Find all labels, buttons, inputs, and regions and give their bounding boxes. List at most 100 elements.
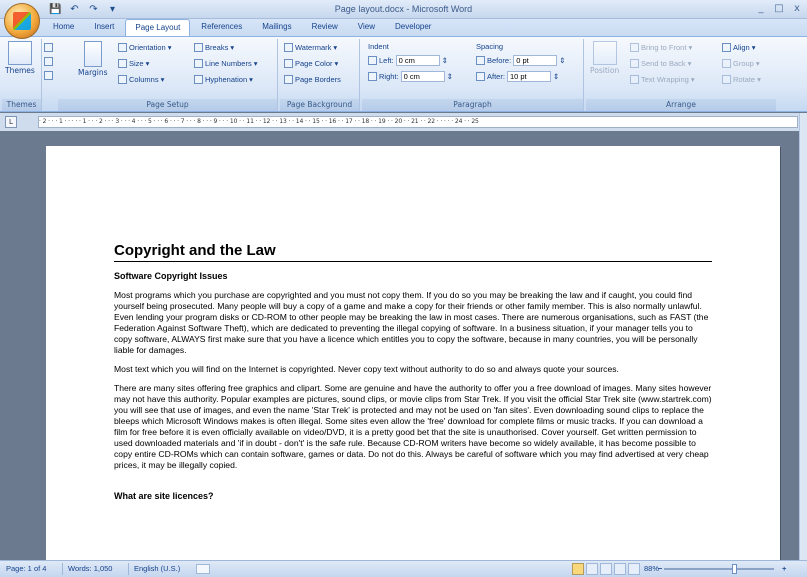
page-count[interactable]: Page: 1 of 4 [6,564,46,573]
zoom-level[interactable]: 88% [644,564,659,573]
themes-group-label: Themes [2,99,41,111]
orientation-icon [118,43,127,52]
office-button[interactable] [4,3,40,39]
watermark-label: Watermark [295,43,332,52]
page-setup-group-label: Page Setup [58,99,277,111]
page-color-icon [284,59,293,68]
tab-view[interactable]: View [349,19,384,36]
document-page[interactable]: Copyright and the Law Software Copyright… [46,146,780,560]
hyphenation-button[interactable]: Hyphenation ▾ [194,75,253,84]
rotate-label: Rotate [733,75,756,84]
macro-record-icon[interactable] [196,564,210,574]
indent-left-input[interactable]: 0 cm [395,55,440,66]
rotate-button[interactable]: Rotate ▾ [722,75,761,84]
tab-page-layout[interactable]: Page Layout [125,19,191,36]
align-label: Align [733,43,750,52]
window-title: Page layout.docx - Microsoft Word [334,4,473,14]
breaks-button[interactable]: Breaks ▾ [194,43,234,52]
indent-right-label: Right: [379,72,399,81]
section-heading: Software Copyright Issues [114,271,228,281]
text-wrapping-label: Text Wrapping [641,75,689,84]
zoom-in-button[interactable]: + [782,564,786,573]
hyphenation-label: Hyphenation [205,75,248,84]
page-setup-group: Margins Orientation ▾ Size ▾ Columns ▾ B… [58,39,278,111]
page-color-button[interactable]: Page Color ▾ [284,59,338,68]
horizontal-ruler[interactable]: · 2 · · · 1 · · · · · 1 · · · 2 · · · 3 … [38,116,798,128]
watermark-icon [284,43,293,52]
theme-fonts-button[interactable] [44,57,53,66]
page-borders-icon [284,75,293,84]
ribbon-tabs: Home Insert Page Layout References Maili… [44,19,440,36]
page-content: Copyright and the Law Software Copyright… [114,242,712,510]
document-area[interactable]: Copyright and the Law Software Copyright… [30,131,800,560]
spacing-after-control: After: 10 pt ⇕ [476,71,559,82]
indent-left-icon [368,56,377,65]
text-wrapping-button[interactable]: Text Wrapping ▾ [630,75,695,84]
indent-left-control: Left: 0 cm ⇕ [368,55,448,66]
themes-button[interactable]: Themes [5,41,35,75]
margins-label: Margins [78,68,108,77]
columns-button[interactable]: Columns ▾ [118,75,164,84]
indent-right-icon [368,72,377,81]
word-count[interactable]: Words: 1,050 [68,564,112,573]
theme-effects-icon [44,71,53,80]
size-button[interactable]: Size ▾ [118,59,149,68]
tab-developer[interactable]: Developer [386,19,440,36]
spacing-before-control: Before: 0 pt ⇕ [476,55,565,66]
size-icon [118,59,127,68]
tab-references[interactable]: References [192,19,251,36]
full-screen-reading-view-button[interactable] [586,563,598,575]
arrange-group-label: Arrange [586,99,776,111]
maximize-button[interactable]: □ [773,2,785,15]
indent-title: Indent [368,42,389,51]
draft-view-button[interactable] [628,563,640,575]
send-to-back-button[interactable]: Send to Back ▾ [630,59,691,68]
line-numbers-button[interactable]: Line Numbers ▾ [194,59,257,68]
group-button[interactable]: Group ▾ [722,59,760,68]
tab-selector-button[interactable]: L [5,116,17,128]
position-button[interactable]: Position [590,41,619,75]
tab-insert[interactable]: Insert [85,19,123,36]
bring-to-front-button[interactable]: Bring to Front ▾ [630,43,692,52]
spacing-before-label: Before: [487,56,512,65]
spacing-before-input[interactable]: 0 pt [513,55,558,66]
paragraph-group-label: Paragraph [362,99,583,111]
page-background-group: Watermark ▾ Page Color ▾ Page Borders Pa… [280,39,360,111]
columns-label: Columns [129,75,159,84]
language-indicator[interactable]: English (U.S.) [134,564,180,573]
office-logo-icon [13,12,31,30]
theme-colors-button[interactable] [44,43,53,52]
indent-right-control: Right: 0 cm ⇕ [368,71,453,82]
spacing-after-input[interactable]: 10 pt [506,71,551,82]
margins-button[interactable]: Margins [78,41,108,77]
zoom-slider-thumb[interactable] [732,564,737,574]
align-button[interactable]: Align ▾ [722,43,755,52]
web-layout-view-button[interactable] [600,563,612,575]
indent-left-label: Left: [379,56,394,65]
print-layout-view-button[interactable] [572,563,584,575]
tab-review[interactable]: Review [303,19,347,36]
title-bar: 💾 ↶ ↷ ▾ Page layout.docx - Microsoft Wor… [0,0,807,19]
page-color-label: Page Color [295,59,333,68]
watermark-button[interactable]: Watermark ▾ [284,43,337,52]
theme-effects-button[interactable] [44,71,53,80]
tab-mailings[interactable]: Mailings [253,19,300,36]
close-button[interactable]: x [791,2,803,15]
minimize-button[interactable]: _ [755,2,767,15]
outline-view-button[interactable] [614,563,626,575]
indent-right-input[interactable]: 0 cm [400,71,445,82]
paragraph-group: Indent Left: 0 cm ⇕ Right: 0 cm ⇕ Spacin… [362,39,584,111]
hyphenation-icon [194,75,203,84]
page-borders-button[interactable]: Page Borders [284,75,341,84]
document-title: Copyright and the Law [114,242,712,262]
page-borders-label: Page Borders [295,75,341,84]
text-wrapping-icon [630,75,639,84]
position-label: Position [590,66,620,75]
orientation-button[interactable]: Orientation ▾ [118,43,171,52]
zoom-slider[interactable] [664,568,774,570]
status-bar: Page: 1 of 4 Words: 1,050 English (U.S.)… [0,560,807,577]
zoom-out-button[interactable]: − [658,564,662,573]
bring-to-front-icon [630,43,639,52]
vertical-scrollbar[interactable] [799,113,807,560]
tab-home[interactable]: Home [44,19,83,36]
